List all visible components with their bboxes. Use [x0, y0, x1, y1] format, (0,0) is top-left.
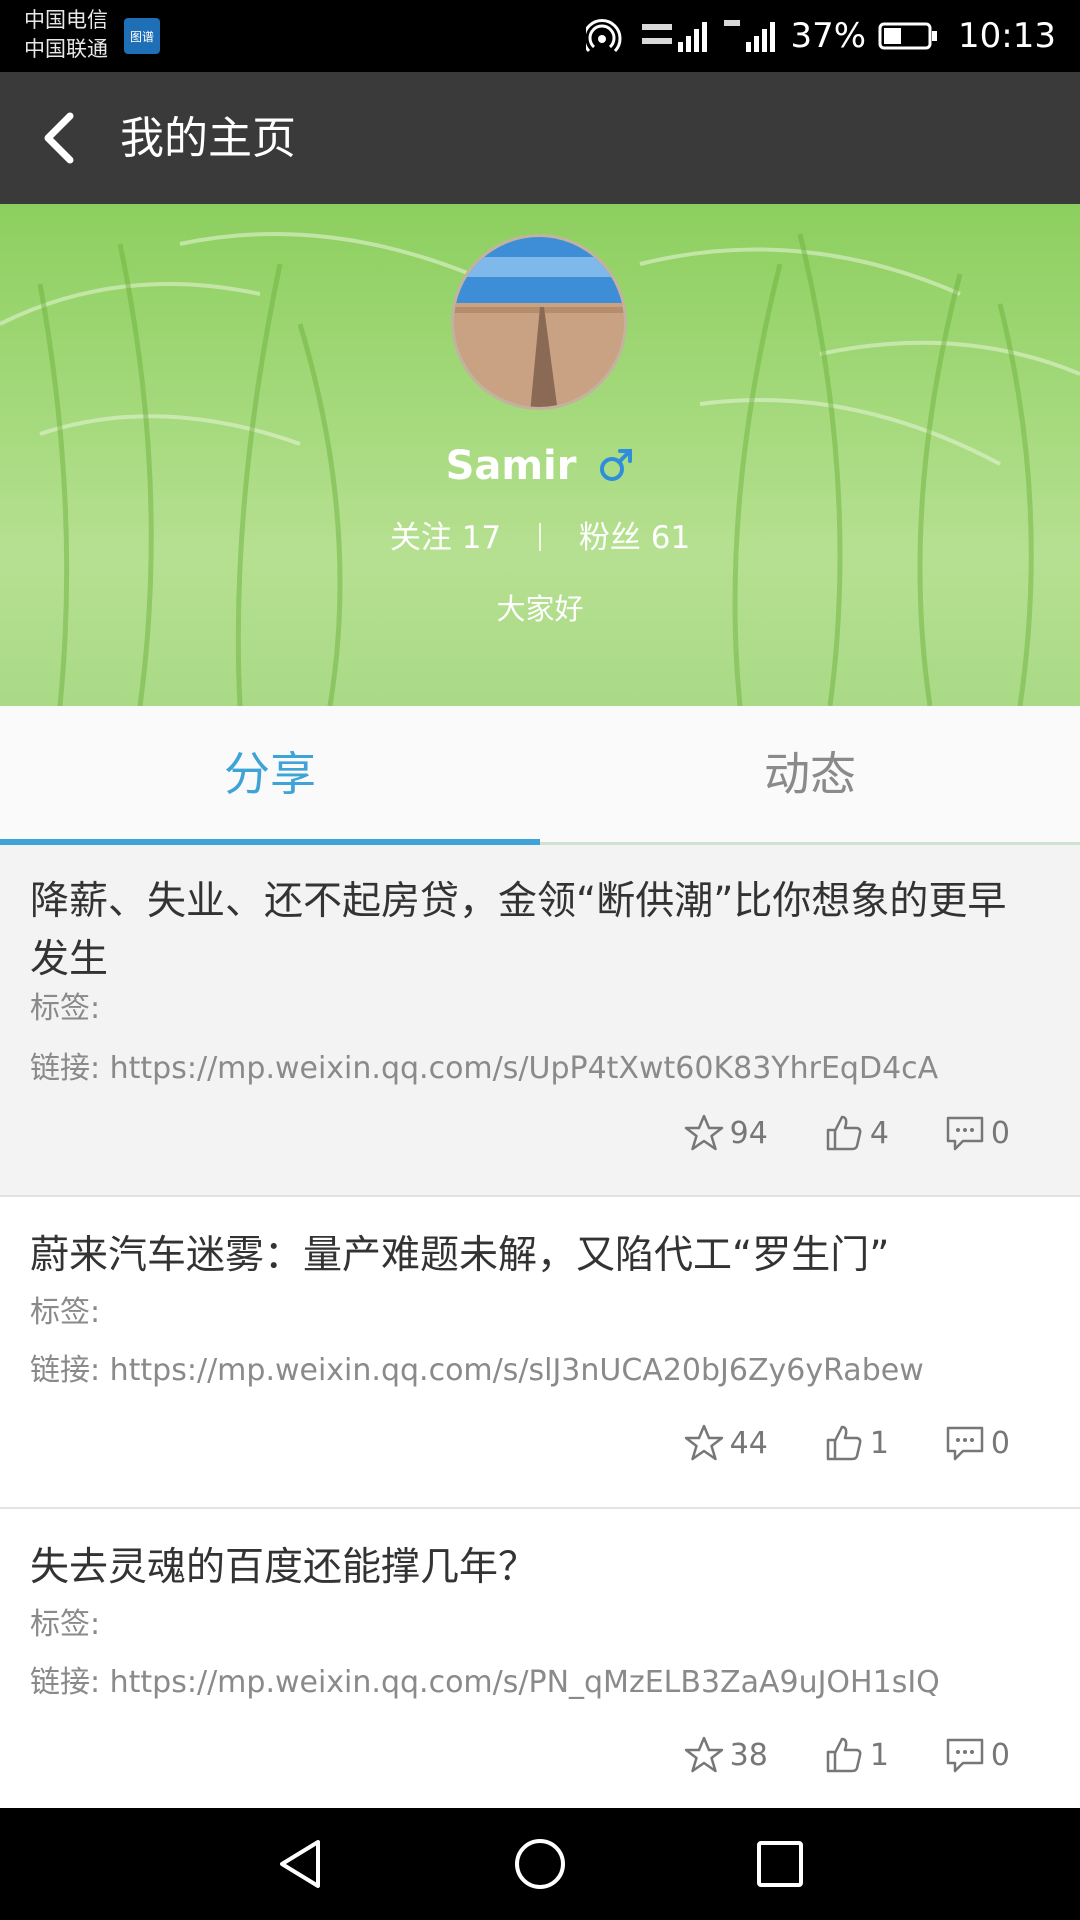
comment-icon	[946, 1738, 984, 1773]
comment-icon	[946, 1426, 984, 1461]
like-count: 1	[869, 1737, 889, 1773]
like-button[interactable]: 1	[824, 1735, 889, 1775]
comment-icon	[946, 1116, 984, 1151]
tab-activity[interactable]: 动态	[540, 706, 1080, 842]
nav-home-button[interactable]	[510, 1834, 570, 1894]
tab-bar: 分享 动态	[0, 706, 1080, 845]
post-title: 降薪、失业、还不起房贷，金领“断供潮”比你想象的更早发生	[30, 879, 1007, 982]
post-actions: 94 4 0	[684, 1113, 1010, 1153]
nav-back-button[interactable]	[270, 1834, 330, 1894]
list-item[interactable]: 降薪、失业、还不起房贷，金领“断供潮”比你想象的更早发生 标签: 链接: htt…	[0, 845, 1080, 1197]
comment-count: 0	[990, 1737, 1010, 1773]
list-item[interactable]: 失去灵魂的百度还能撑几年？ 标签: 链接: https://mp.weixin.…	[0, 1509, 1080, 1808]
status-indicators: 37% 10:13	[586, 0, 1056, 72]
signal-4g-icon	[642, 22, 708, 52]
followers-label: 粉丝	[578, 520, 641, 556]
post-link[interactable]: 链接: https://mp.weixin.qq.com/s/PN_qMzELB…	[30, 1663, 940, 1703]
signal-3g-icon	[724, 20, 776, 52]
comment-button[interactable]: 0	[945, 1735, 1010, 1775]
followers-count: 61	[650, 520, 691, 556]
star-icon	[684, 1424, 723, 1461]
avatar[interactable]	[451, 234, 627, 410]
back-button[interactable]	[30, 106, 94, 170]
carrier-1: 中国电信	[24, 8, 108, 32]
post-link[interactable]: 链接: https://mp.weixin.qq.com/s/UpP4tXwt6…	[30, 1049, 938, 1089]
followers-stat[interactable]: 粉丝 61	[579, 520, 690, 556]
favorite-button[interactable]: 38	[684, 1735, 768, 1775]
carrier-2: 中国联通	[24, 37, 108, 61]
comment-button[interactable]: 0	[945, 1113, 1010, 1153]
circle-home-icon	[515, 1839, 565, 1889]
username-row: Samir	[0, 440, 1080, 492]
favorite-count: 38	[729, 1737, 768, 1773]
clock: 10:13	[958, 16, 1056, 56]
system-nav-bar	[0, 1808, 1080, 1920]
like-button[interactable]: 4	[824, 1113, 889, 1153]
hotspot-icon	[586, 19, 622, 53]
thumbs-up-icon	[826, 1115, 862, 1151]
battery-percentage: 37%	[790, 16, 867, 56]
post-tag: 标签:	[30, 991, 101, 1026]
thumbs-up-icon	[826, 1425, 862, 1461]
post-actions: 44 1 0	[684, 1423, 1010, 1463]
list-item[interactable]: 蔚来汽车迷雾：量产难题未解，又陷代工“罗生门” 标签: 链接: https://…	[0, 1197, 1080, 1509]
favorite-count: 44	[729, 1425, 768, 1461]
page-title: 我的主页	[120, 113, 296, 164]
male-icon	[600, 449, 633, 481]
chevron-left-icon	[44, 112, 74, 164]
status-bar: 中国电信 中国联通 图谱 37% 10:13	[0, 0, 1080, 72]
notification-badge: 图谱	[124, 18, 160, 54]
star-icon	[684, 1736, 723, 1773]
star-icon	[684, 1114, 723, 1151]
follow-stats: 关注 17 粉丝 61	[0, 516, 1080, 560]
favorite-button[interactable]: 44	[684, 1423, 768, 1463]
post-actions: 38 1 0	[684, 1735, 1010, 1775]
post-title: 蔚来汽车迷雾：量产难题未解，又陷代工“罗生门”	[30, 1233, 890, 1278]
following-count: 17	[461, 520, 502, 556]
post-link[interactable]: 链接: https://mp.weixin.qq.com/s/slJ3nUCA2…	[30, 1351, 924, 1391]
comment-count: 0	[990, 1115, 1010, 1151]
username: Samir	[445, 443, 577, 489]
square-recents-icon	[757, 1841, 803, 1887]
like-count: 4	[869, 1115, 889, 1151]
stats-divider	[539, 523, 541, 551]
like-button[interactable]: 1	[824, 1423, 889, 1463]
profile-header: Samir 关注 17 粉丝 61 大家好	[0, 204, 1080, 706]
following-label: 关注	[389, 520, 452, 556]
post-tag: 标签:	[30, 1295, 101, 1330]
triangle-back-icon	[280, 1840, 320, 1888]
comment-count: 0	[990, 1425, 1010, 1461]
share-list: 降薪、失业、还不起房贷，金领“断供潮”比你想象的更早发生 标签: 链接: htt…	[0, 845, 1080, 1808]
following-stat[interactable]: 关注 17	[390, 520, 511, 556]
like-count: 1	[869, 1425, 889, 1461]
app-bar: 我的主页	[0, 72, 1080, 204]
thumbs-up-icon	[826, 1737, 862, 1773]
favorite-button[interactable]: 94	[684, 1113, 768, 1153]
carrier-names: 中国电信 中国联通	[24, 6, 108, 64]
comment-button[interactable]: 0	[945, 1423, 1010, 1463]
post-title: 失去灵魂的百度还能撑几年？	[30, 1545, 538, 1590]
tab-share[interactable]: 分享	[0, 706, 540, 842]
avatar-image	[454, 237, 624, 407]
favorite-count: 94	[729, 1115, 768, 1151]
nav-recents-button[interactable]	[750, 1834, 810, 1894]
post-tag: 标签:	[30, 1607, 101, 1642]
battery-icon	[878, 22, 938, 50]
bio: 大家好	[496, 592, 584, 626]
